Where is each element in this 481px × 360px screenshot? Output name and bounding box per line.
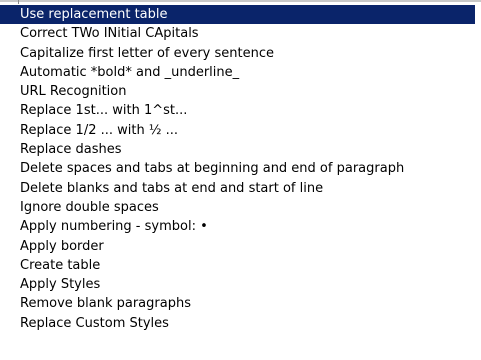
autocorrect-options-list[interactable]: Use replacement table Correct TWo INitia… <box>0 0 481 360</box>
list-item-correct-two-initial-capitals[interactable]: Correct TWo INitial CApitals <box>0 24 481 43</box>
list-item-use-replacement-table[interactable]: Use replacement table <box>0 5 475 25</box>
list-item-url-recognition[interactable]: URL Recognition <box>0 82 481 101</box>
list-item-create-table[interactable]: Create table <box>0 256 481 275</box>
list-item-replace-fractions[interactable]: Replace 1/2 ... with ½ ... <box>0 121 481 140</box>
list-item-ignore-double-spaces[interactable]: Ignore double spaces <box>0 198 481 217</box>
list-item-apply-numbering[interactable]: Apply numbering - symbol: • <box>0 217 481 236</box>
list-item-remove-blank-paragraphs[interactable]: Remove blank paragraphs <box>0 294 481 313</box>
list-item-replace-ordinals[interactable]: Replace 1st... with 1^st... <box>0 101 481 120</box>
list-item-replace-custom-styles[interactable]: Replace Custom Styles <box>0 314 481 333</box>
list-item-replace-dashes[interactable]: Replace dashes <box>0 140 481 159</box>
list-item-apply-border[interactable]: Apply border <box>0 237 481 256</box>
options-list: Use replacement table Correct TWo INitia… <box>0 2 481 333</box>
list-item-delete-blanks-line[interactable]: Delete blanks and tabs at end and start … <box>0 179 481 198</box>
list-edge-tick <box>18 0 19 4</box>
list-item-delete-spaces-paragraph[interactable]: Delete spaces and tabs at beginning and … <box>0 159 481 178</box>
list-item-capitalize-first-letter[interactable]: Capitalize first letter of every sentenc… <box>0 44 481 63</box>
list-item-automatic-bold-underline[interactable]: Automatic *bold* and _underline_ <box>0 63 481 82</box>
list-item-apply-styles[interactable]: Apply Styles <box>0 275 481 294</box>
